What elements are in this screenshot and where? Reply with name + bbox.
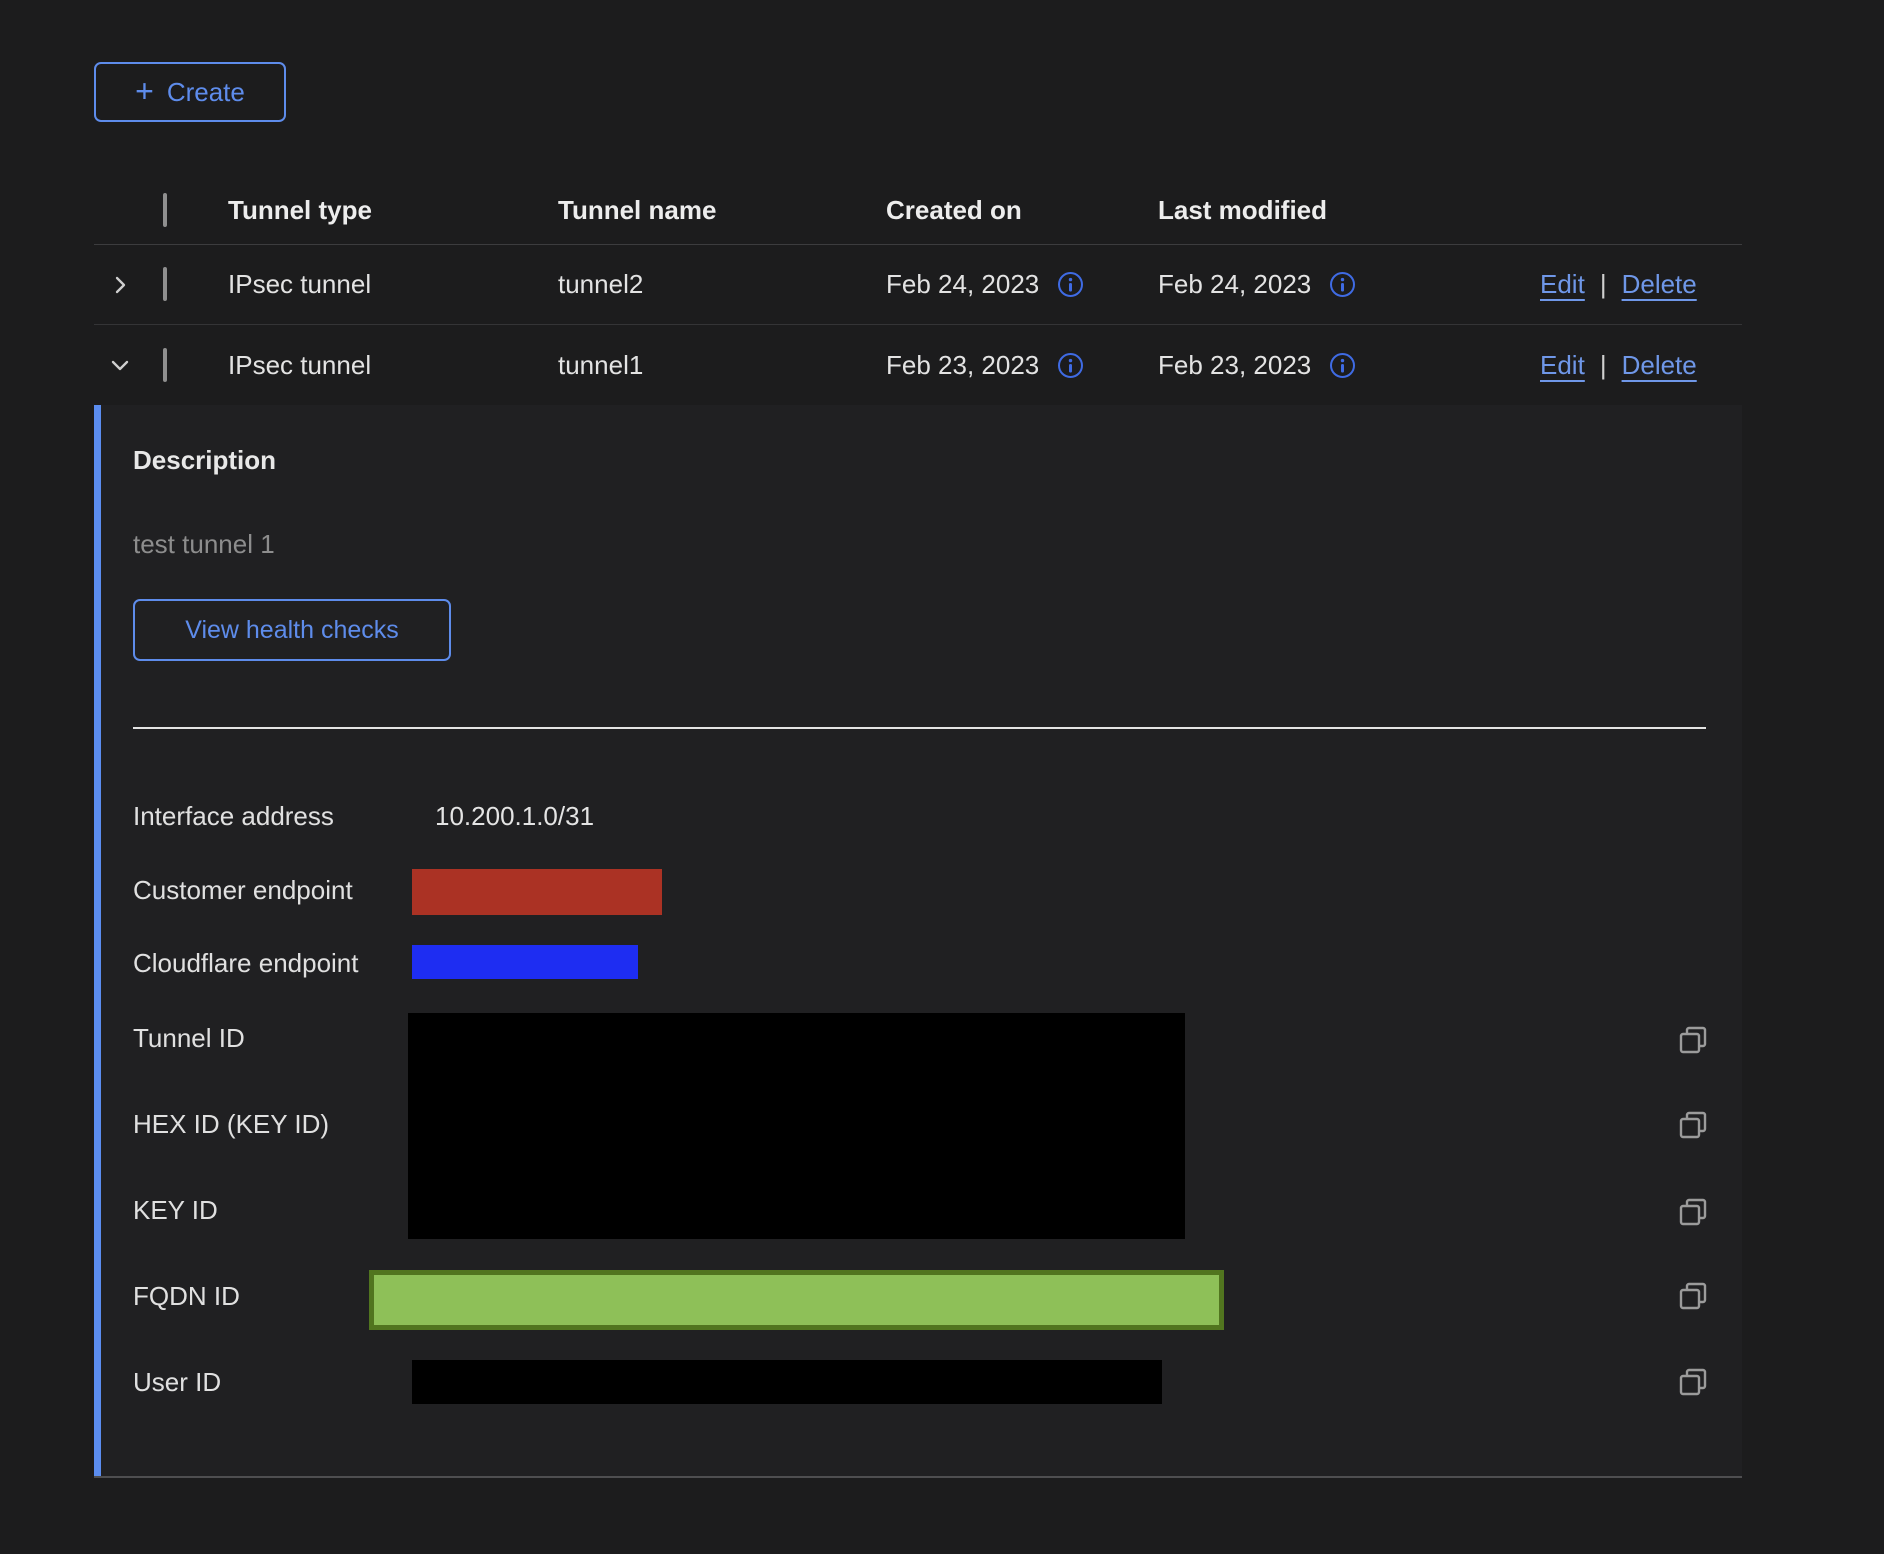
create-button[interactable]: + Create (94, 62, 286, 122)
table-header-row: Tunnel type Tunnel name Created on Last … (94, 176, 1742, 245)
user-id-label: User ID (133, 1367, 221, 1398)
copy-icon[interactable] (1676, 1108, 1710, 1142)
copy-icon[interactable] (1676, 1279, 1710, 1313)
customer-endpoint-redacted-value (412, 869, 662, 915)
delete-link[interactable]: Delete (1622, 269, 1697, 300)
tunnels-page: { "colors": { "page_bg": "#1c1c1d", "pan… (0, 0, 1884, 1554)
action-separator: | (1600, 350, 1607, 381)
col-header-created-on: Created on (886, 195, 1158, 226)
cell-last-modified: Feb 23, 2023 (1158, 350, 1311, 381)
edit-link[interactable]: Edit (1540, 350, 1585, 381)
info-icon[interactable] (1057, 271, 1084, 298)
table-row: IPsec tunnel tunnel2 Feb 24, 2023 Feb 24… (94, 245, 1742, 325)
plus-icon: + (135, 75, 154, 107)
expanded-row-indicator-bar (94, 405, 101, 1476)
chevron-right-icon (108, 273, 132, 297)
customer-endpoint-label: Customer endpoint (133, 875, 353, 906)
tunnel-detail-panel: Description test tunnel 1 View health ch… (94, 405, 1742, 1478)
edit-link[interactable]: Edit (1540, 269, 1585, 300)
table-row: IPsec tunnel tunnel1 Feb 23, 2023 Feb 23… (94, 325, 1742, 405)
copy-icon[interactable] (1676, 1023, 1710, 1057)
fqdn-id-redacted-value (369, 1270, 1224, 1330)
copy-icon[interactable] (1676, 1195, 1710, 1229)
expand-row-button[interactable] (94, 273, 163, 297)
cloudflare-endpoint-label: Cloudflare endpoint (133, 948, 359, 979)
copy-icon[interactable] (1676, 1365, 1710, 1399)
id-values-redacted-block (408, 1013, 1185, 1239)
cell-created-on: Feb 24, 2023 (886, 269, 1039, 300)
cell-last-modified: Feb 24, 2023 (1158, 269, 1311, 300)
key-id-label: KEY ID (133, 1195, 218, 1226)
user-id-redacted-value (412, 1360, 1162, 1404)
interface-address-value: 10.200.1.0/31 (435, 801, 594, 832)
row-checkbox[interactable] (163, 267, 167, 301)
description-label: Description (133, 445, 276, 476)
section-divider (133, 727, 1706, 729)
cloudflare-endpoint-redacted-value (412, 945, 638, 979)
row-checkbox[interactable] (163, 348, 167, 382)
tunnels-table: Tunnel type Tunnel name Created on Last … (94, 176, 1742, 405)
create-button-label: Create (167, 77, 245, 108)
select-all-checkbox[interactable] (163, 193, 167, 227)
col-header-tunnel-type: Tunnel type (228, 195, 558, 226)
interface-address-label: Interface address (133, 801, 334, 832)
info-icon[interactable] (1329, 271, 1356, 298)
cell-tunnel-type: IPsec tunnel (228, 269, 558, 300)
fqdn-id-label: FQDN ID (133, 1281, 240, 1312)
action-separator: | (1600, 269, 1607, 300)
info-icon[interactable] (1057, 352, 1084, 379)
col-header-last-modified: Last modified (1158, 195, 1540, 226)
hex-id-label: HEX ID (KEY ID) (133, 1109, 329, 1140)
info-icon[interactable] (1329, 352, 1356, 379)
collapse-row-button[interactable] (94, 353, 163, 377)
tunnel-id-label: Tunnel ID (133, 1023, 245, 1054)
cell-created-on: Feb 23, 2023 (886, 350, 1039, 381)
view-health-checks-button[interactable]: View health checks (133, 599, 451, 661)
cell-tunnel-name: tunnel1 (558, 350, 886, 381)
description-value: test tunnel 1 (133, 529, 275, 560)
chevron-down-icon (108, 353, 132, 377)
col-header-tunnel-name: Tunnel name (558, 195, 886, 226)
cell-tunnel-type: IPsec tunnel (228, 350, 558, 381)
cell-tunnel-name: tunnel2 (558, 269, 886, 300)
delete-link[interactable]: Delete (1622, 350, 1697, 381)
